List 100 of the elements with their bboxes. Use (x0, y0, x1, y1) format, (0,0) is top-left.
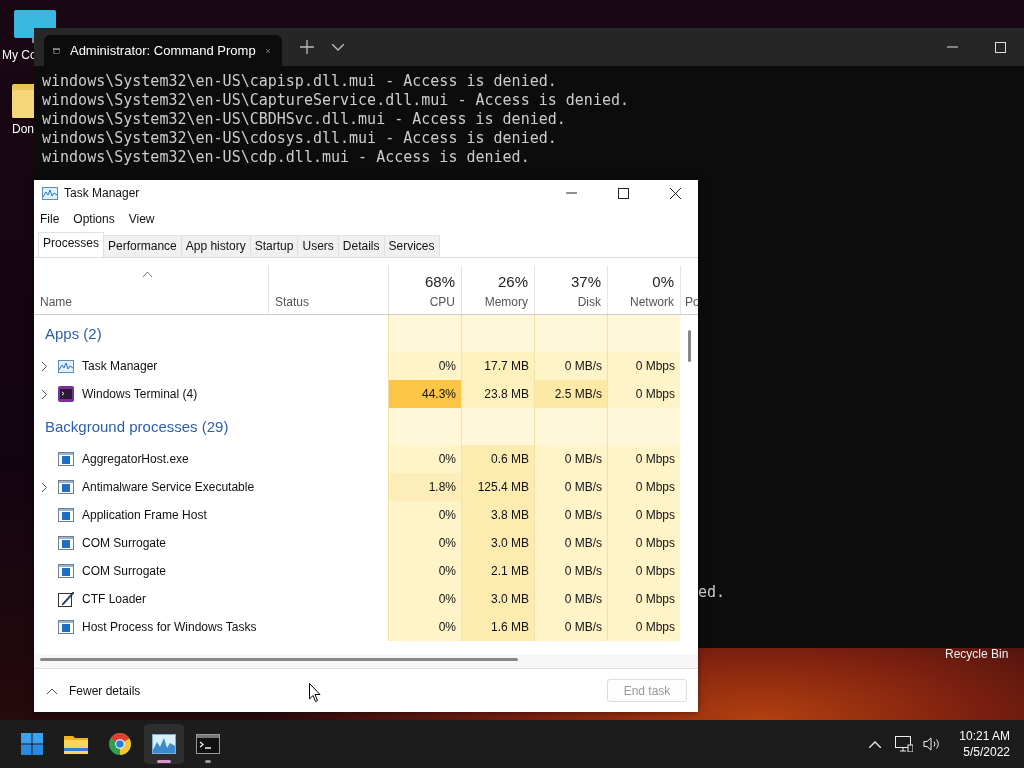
chart-icon (42, 186, 58, 200)
table-cell: 0 Mbps (607, 445, 680, 473)
table-cell: 0 MB/s (534, 613, 607, 641)
table-cell: 0 Mbps (607, 380, 680, 408)
close-icon (669, 187, 681, 199)
process-row[interactable]: AggregatorHost.exe 0% 0.6 MB 0 MB/s 0 Mbps (34, 445, 680, 473)
table-cell: 1.6 MB (461, 613, 534, 641)
expand-chevron-icon[interactable] (42, 482, 47, 492)
fewer-details-button[interactable]: Fewer details (45, 683, 143, 698)
mouse-cursor-icon (309, 683, 321, 702)
tab[interactable]: Users (297, 235, 339, 257)
table-cell: 0% (388, 445, 461, 473)
chart-icon (152, 734, 176, 754)
table-cell: 0 Mbps (607, 529, 680, 557)
column-header[interactable]: 37% Disk (534, 266, 607, 314)
clock-time[interactable]: 10:21 AM (959, 728, 1010, 744)
network-icon[interactable] (895, 736, 914, 752)
table-cell: 0% (388, 613, 461, 641)
folder-icon (64, 734, 88, 754)
maximize-icon (994, 41, 1006, 53)
tab[interactable]: Performance (103, 235, 182, 257)
chevron-up-icon[interactable] (869, 740, 882, 748)
process-row[interactable]: Windows Terminal (4) 44.3% 23.8 MB 2.5 MB/s 0 Mbps (34, 380, 680, 408)
group-heading: Background processes (29) (44, 418, 230, 435)
tab[interactable]: Startup (249, 235, 299, 257)
process-row[interactable]: COM Surrogate 0% 2.1 MB 0 MB/s 0 Mbps (34, 557, 680, 585)
scrollbar-thumb[interactable] (688, 330, 691, 362)
table-cell: 0% (388, 501, 461, 529)
process-row[interactable]: CTF Loader 0% 3.0 MB 0 MB/s 0 Mbps (34, 585, 680, 613)
terminal-line: windows\System32\en-US\CaptureService.dll.mui - Access is denied. (42, 91, 630, 110)
windows-logo-icon (21, 733, 43, 755)
table-cell: 0% (388, 529, 461, 557)
process-name: Antimalware Service Executable (82, 480, 255, 494)
pen-icon (58, 591, 74, 607)
taskbar-button[interactable] (144, 724, 184, 764)
tab[interactable]: Services (383, 235, 440, 257)
column-header[interactable]: Status (268, 266, 388, 314)
process-row[interactable]: Application Frame Host 0% 3.8 MB 0 MB/s 0 Mbps (34, 501, 680, 529)
table-cell: 0 MB/s (534, 557, 607, 585)
table-cell: 0 MB/s (534, 473, 607, 501)
terminal-line: windows\System32\en-US\CBDHSvc.dll.mui - Access is denied. (42, 110, 567, 129)
expand-chevron-icon[interactable] (42, 389, 47, 399)
window-title: Task Manager (64, 186, 140, 200)
table-cell: 2.1 MB (461, 557, 534, 585)
process-name: COM Surrogate (82, 564, 167, 578)
table-cell: 2.5 MB/s (534, 380, 607, 408)
table-cell: 0 Mbps (607, 473, 680, 501)
minimize-icon (946, 46, 958, 48)
table-cell: 0 Mbps (607, 557, 680, 585)
caret-up-icon (47, 687, 57, 694)
menu-item[interactable]: View (128, 212, 155, 226)
window-icon (58, 508, 74, 522)
table-cell: 0% (388, 585, 461, 613)
process-row[interactable]: Task Manager 0% 17.7 MB 0 MB/s 0 Mbps (34, 352, 680, 380)
table-cell: 0 MB/s (534, 529, 607, 557)
tab[interactable]: Details (337, 235, 385, 257)
process-name: COM Surrogate (82, 536, 167, 550)
terminal-tab[interactable]: Administrator: Command Promp (44, 35, 282, 66)
window-icon (58, 480, 74, 494)
column-header[interactable]: 26% Memory (461, 266, 534, 314)
menu-item[interactable]: File (40, 212, 60, 226)
browser-icon (109, 733, 131, 755)
process-row[interactable]: Host Process for Windows Tasks 0% 1.6 MB 0 MB/s 0 Mbps (34, 613, 680, 641)
menu-item[interactable]: Options (73, 212, 115, 226)
volume-icon[interactable] (923, 737, 942, 751)
table-cell: 17.7 MB (461, 352, 534, 380)
table-cell: 0% (388, 352, 461, 380)
tab[interactable]: Processes (38, 232, 105, 257)
window-icon (58, 452, 74, 466)
process-name: Task Manager (82, 359, 158, 373)
terminal-icon (196, 734, 220, 754)
table-cell: 0 MB/s (534, 352, 607, 380)
table-cell: 0 Mbps (607, 501, 680, 529)
minimize-icon (565, 192, 577, 194)
tab[interactable]: App history (180, 235, 251, 257)
table-cell: 0.6 MB (461, 445, 534, 473)
table-cell: 0 Mbps (607, 585, 680, 613)
process-row[interactable]: Antimalware Service Executable 1.8% 125.4 MB 0 MB/s 0 Mbps (34, 473, 680, 501)
desktop-icon-label[interactable]: Recycle Bin (945, 647, 1009, 661)
terminal-icon (58, 386, 74, 402)
clock-date[interactable]: 5/5/2022 (963, 744, 1010, 760)
table-cell: 23.8 MB (461, 380, 534, 408)
dropdown-caret-icon[interactable] (332, 43, 344, 51)
expand-chevron-icon[interactable] (42, 361, 47, 371)
window-icon (58, 564, 74, 578)
scrollbar-thumb[interactable] (40, 658, 518, 661)
plus-icon[interactable] (300, 40, 314, 54)
desktop-icon-label[interactable]: Don (12, 122, 34, 136)
table-cell: 3.0 MB (461, 585, 534, 613)
window-icon (58, 536, 74, 550)
process-name: Application Frame Host (82, 508, 207, 522)
table-cell: 0 Mbps (607, 352, 680, 380)
column-header[interactable]: 68% CPU (388, 266, 461, 314)
column-header[interactable]: 0% Network (607, 266, 680, 314)
table-cell: 44.3% (388, 380, 461, 408)
table-cell: 0 Mbps (607, 613, 680, 641)
group-heading: Apps (2) (44, 325, 103, 342)
column-header[interactable]: Name (34, 266, 268, 314)
process-row[interactable]: COM Surrogate 0% 3.0 MB 0 MB/s 0 Mbps (34, 529, 680, 557)
process-name: AggregatorHost.exe (82, 452, 189, 466)
